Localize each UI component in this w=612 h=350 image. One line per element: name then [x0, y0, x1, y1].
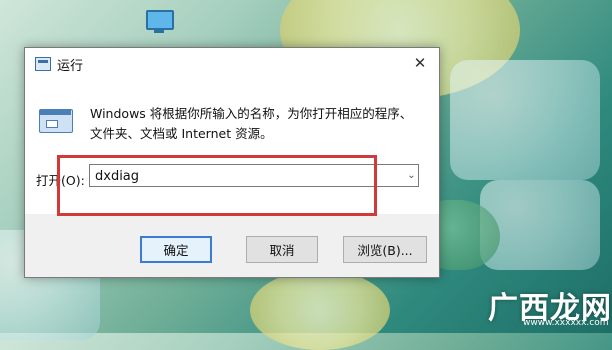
description-line-1: Windows 将根据你所输入的名称，为你打开相应的程序、 — [90, 106, 413, 121]
wallpaper-lemon — [250, 270, 390, 350]
ok-button[interactable]: 确定 — [140, 236, 212, 263]
chevron-down-icon[interactable]: ⌄ — [403, 165, 420, 186]
close-button[interactable]: ✕ — [401, 48, 439, 78]
run-window-icon — [35, 57, 51, 71]
cancel-button[interactable]: 取消 — [246, 236, 318, 263]
description-line-2: 文件夹、文档或 Internet 资源。 — [90, 126, 273, 141]
desktop-computer-icon[interactable] — [143, 8, 174, 34]
description-text: Windows 将根据你所输入的名称，为你打开相应的程序、 文件夹、文档或 In… — [90, 104, 430, 144]
watermark-url: wwww.xxxxxx.com — [523, 318, 609, 328]
browse-button[interactable]: 浏览(B)... — [343, 236, 427, 263]
run-dialog: 运行 ✕ Windows 将根据你所输入的名称，为你打开相应的程序、 文件夹、文… — [24, 47, 440, 278]
wallpaper-ice — [450, 60, 600, 180]
dialog-title: 运行 — [57, 59, 84, 74]
run-app-icon — [39, 109, 75, 133]
highlight-box — [57, 155, 377, 216]
title-bar: 运行 ✕ — [25, 48, 439, 78]
